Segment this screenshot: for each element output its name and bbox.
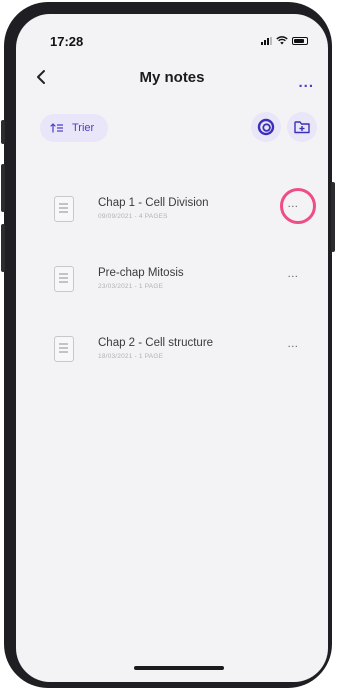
add-folder-button[interactable] [287, 112, 317, 142]
screen: 17:28 My notes ... Trier Chap 1 - Cell D… [16, 14, 328, 682]
note-more-button[interactable]: ... [284, 198, 302, 210]
note-title: Pre-chap Mitosis [98, 267, 184, 279]
ring-icon [257, 118, 275, 136]
side-button [1, 120, 5, 144]
ring-button[interactable] [251, 112, 281, 142]
status-time: 17:28 [50, 34, 84, 49]
note-title: Chap 1 - Cell Division [98, 197, 209, 209]
phone-frame: 17:28 My notes ... Trier Chap 1 - Cell D… [1, 2, 335, 688]
note-title: Chap 2 - Cell structure [98, 337, 214, 349]
side-button [1, 164, 5, 212]
note-meta: 18/03/2021 - 1 PAGE [98, 353, 164, 360]
battery-icon [292, 36, 308, 45]
note-item[interactable]: Pre-chap Mitosis 23/03/2021 - 1 PAGE ... [16, 262, 328, 312]
page-title: My notes [139, 69, 205, 86]
note-more-button[interactable]: ... [284, 338, 302, 350]
note-item[interactable]: Chap 1 - Cell Division 09/09/2021 - 4 PA… [16, 188, 328, 242]
home-indicator[interactable] [134, 666, 224, 670]
note-meta: 23/03/2021 - 1 PAGE [98, 283, 164, 290]
add-folder-icon [294, 121, 310, 134]
side-button [1, 224, 5, 272]
note-item[interactable]: Chap 2 - Cell structure 18/03/2021 - 1 P… [16, 332, 328, 382]
document-icon [54, 336, 74, 362]
toolbar: Trier [16, 109, 328, 149]
sort-label: Trier [72, 122, 95, 134]
side-button [331, 182, 335, 252]
status-icons [261, 36, 308, 45]
wifi-icon [276, 36, 288, 45]
document-icon [54, 266, 74, 292]
header: My notes ... [16, 54, 328, 98]
sort-icon [50, 123, 63, 133]
sort-button[interactable]: Trier [40, 114, 109, 142]
signal-icon [261, 36, 272, 45]
status-bar: 17:28 [16, 14, 328, 54]
note-more-button[interactable]: ... [284, 268, 302, 280]
header-more-button[interactable]: ... [298, 74, 314, 91]
note-meta: 09/09/2021 - 4 PAGES [98, 213, 168, 220]
document-icon [54, 196, 74, 222]
